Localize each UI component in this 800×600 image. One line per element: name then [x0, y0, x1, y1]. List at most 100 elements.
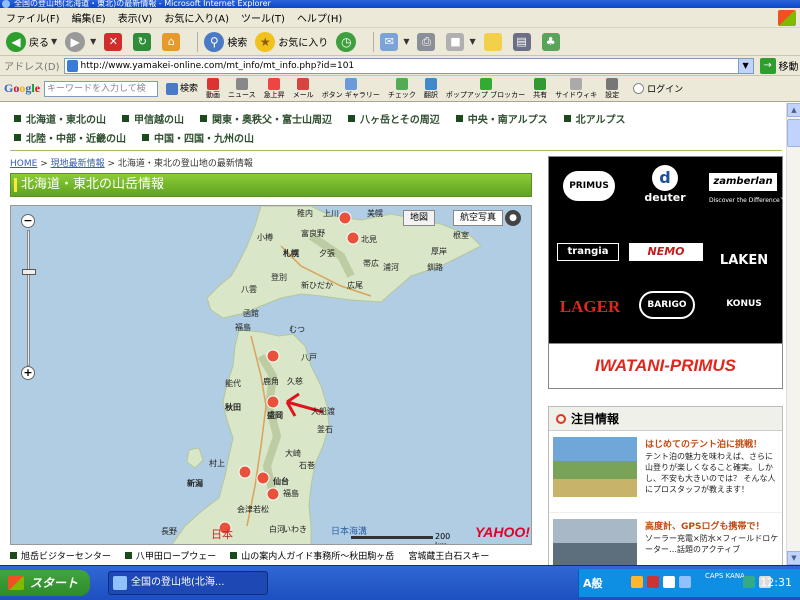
featured-article[interactable]: はじめてのテント泊に挑戦！ テント泊の魅力を味わえば、さらに山登りが楽しくなるこ… — [549, 431, 782, 513]
menu-edit[interactable]: 編集(E) — [72, 10, 106, 25]
zoom-in-button[interactable]: − — [21, 214, 35, 228]
edit-button[interactable]: ■ ▼ — [446, 32, 476, 51]
article-title[interactable]: はじめてのテント泊に挑戦！ — [645, 437, 781, 450]
google-video-button[interactable]: 動画 — [206, 78, 220, 99]
google-item-label: 設定 — [605, 91, 620, 99]
article-title[interactable]: 高度計、GPSログも携帯で！ — [645, 519, 781, 532]
google-share-button[interactable]: 共有 — [533, 78, 547, 99]
link-asahidake[interactable]: 旭岳ビジターセンター — [10, 549, 111, 562]
zoom-slider-track[interactable] — [27, 230, 30, 366]
history-button[interactable]: ◷ — [336, 31, 359, 52]
map-home-button[interactable]: ● — [505, 210, 521, 226]
zoom-control[interactable]: − + — [21, 214, 37, 384]
brand-primus[interactable]: PRIMUS — [563, 171, 615, 201]
scroll-thumb[interactable] — [787, 119, 800, 147]
map-type-aerial-button[interactable]: 航空写真 — [453, 210, 504, 226]
nav-chugoku-kyushu[interactable]: 中国・四国・九州の山 — [142, 130, 254, 145]
article-thumbnail[interactable] — [553, 437, 637, 497]
breadcrumb-section[interactable]: 現地最新情報 — [51, 159, 105, 169]
brand-zamberlan[interactable]: zamberlan Discover the Difference™ — [709, 167, 786, 211]
nav-yatsugatake[interactable]: 八ヶ岳とその周辺 — [348, 111, 440, 126]
clock[interactable]: 12:31 — [760, 576, 792, 589]
brand-konus[interactable]: KONUS — [713, 299, 775, 317]
mail-button[interactable]: ✉ ▼ — [380, 32, 409, 51]
chevron-down-icon[interactable]: ▼ — [737, 58, 753, 73]
link-guide-office[interactable]: 山の案内人ガイド事務所〜秋田駒ヶ岳 — [230, 549, 394, 562]
google-translate-button[interactable]: 翻訳 — [424, 78, 438, 99]
zoom-out-button[interactable]: + — [21, 366, 35, 380]
scroll-up-icon[interactable]: ▲ — [787, 103, 800, 117]
brand-deuter[interactable]: d deuter — [637, 165, 693, 207]
brand-tagline: Discover the Difference™ — [709, 197, 786, 204]
taskbar-window-button[interactable]: 全国の登山地(北海... — [108, 571, 268, 595]
back-button[interactable]: ◀ 戻る ▼ — [6, 31, 57, 52]
google-spellcheck-button[interactable]: チェック — [388, 78, 416, 99]
scroll-down-icon[interactable]: ▼ — [787, 551, 800, 565]
start-button[interactable]: スタート — [0, 570, 90, 596]
print-button[interactable]: ⎙ — [417, 32, 438, 51]
refresh-button[interactable]: ↻ — [133, 32, 154, 51]
iwatani-primus-banner[interactable]: IWATANI-PRIMUS — [548, 343, 783, 389]
windows-logo-icon — [778, 10, 796, 26]
nav-hokkaido-tohoku[interactable]: 北海道・東北の山 — [14, 111, 106, 126]
brand-laken[interactable]: LAKEN — [711, 235, 777, 271]
vertical-scrollbar[interactable]: ▲ ▼ — [786, 103, 800, 565]
google-logo[interactable]: Google — [4, 81, 40, 96]
nav-north-alps[interactable]: 北アルプス — [563, 111, 626, 126]
brand-nemo[interactable]: NEMO — [629, 243, 703, 261]
google-popup-blocker[interactable]: ポップアップ ブロッカー — [446, 78, 525, 99]
window-title-bar[interactable]: 全国の登山地(北海道・東北)の最新情報 - Microsoft Internet… — [0, 0, 800, 8]
map-view[interactable]: 稚内 上川 美幌 小樽 富良野 北見 根室 札幌 夕張 帯広 厚岸 釧路 浦河 登別 新ひだか 八雲 広尾 函館福… — [10, 205, 532, 545]
link-zao-shiroishi[interactable]: 宮城蔵王白石スキー — [408, 549, 489, 562]
ime-pad-icon[interactable] — [631, 576, 643, 588]
brand-barigo[interactable]: BARIGO — [639, 291, 695, 319]
google-sidewiki-button[interactable]: サイドウィキ — [555, 78, 597, 99]
nav-koshinetsu[interactable]: 甲信越の山 — [122, 111, 184, 126]
ime-help-icon[interactable] — [663, 576, 675, 588]
google-button-gallery[interactable]: ボタン ギャラリー — [322, 78, 380, 99]
google-news-button[interactable]: ニュース — [228, 78, 256, 99]
map-type-map-button[interactable]: 地図 — [403, 210, 436, 226]
menu-help[interactable]: ヘルプ(H) — [297, 10, 342, 25]
nav-kanto[interactable]: 関東・奥秩父・富士山周辺 — [200, 111, 332, 126]
forward-button[interactable]: ▶ ▼ — [65, 31, 96, 52]
nav-label: 北陸・中部・近畿の山 — [26, 134, 126, 145]
ime-indicator[interactable]: A般 — [583, 575, 603, 591]
link-hakkoda[interactable]: 八甲田ロープウェー — [124, 549, 216, 562]
favorites-button[interactable]: ★ お気に入り — [255, 31, 328, 52]
article-thumbnail[interactable] — [553, 519, 637, 565]
notes-button[interactable] — [483, 32, 505, 51]
breadcrumb-separator: > — [40, 159, 48, 169]
brand-trangia[interactable]: trangia — [557, 243, 619, 261]
featured-article[interactable]: 高度計、GPSログも携帯で！ ソーラー充電×防水×フィールドロケーター…話題のア… — [549, 513, 782, 565]
google-trends-button[interactable]: 急上昇 — [264, 78, 285, 99]
address-input[interactable]: http://www.yamakei-online.com/mt_info/mt… — [63, 57, 754, 74]
google-search-button[interactable]: 検索 — [166, 82, 198, 95]
google-item-label: チェック — [387, 91, 416, 99]
breadcrumb-home[interactable]: HOME — [10, 159, 37, 169]
tray-network-icon[interactable] — [679, 576, 691, 588]
menu-favorites[interactable]: お気に入り(A) — [164, 10, 229, 25]
google-login-button[interactable]: ログイン — [633, 82, 683, 95]
tray-shield-icon[interactable] — [743, 576, 755, 588]
home-button[interactable]: ⌂ — [162, 32, 183, 51]
messenger-button[interactable]: ♣ — [541, 32, 563, 51]
google-search-input[interactable]: キーワードを入力して検 — [44, 80, 159, 97]
research-button[interactable]: ▤ — [512, 32, 534, 51]
ime-dictionary-icon[interactable] — [647, 576, 659, 588]
google-mail-button[interactable]: メール — [293, 78, 314, 99]
share-icon — [534, 78, 547, 90]
map-place-label: 釜石 — [317, 425, 333, 434]
brand-lager[interactable]: LAGER — [559, 297, 621, 319]
search-button[interactable]: ⚲ 検索 — [204, 31, 247, 52]
go-button[interactable]: → 移動 — [759, 57, 799, 74]
menu-file[interactable]: ファイル(F) — [6, 10, 60, 25]
google-settings-button[interactable]: 設定 — [605, 78, 619, 99]
nav-central-south-alps[interactable]: 中央・南アルプス — [455, 111, 548, 126]
menu-view[interactable]: 表示(V) — [118, 10, 153, 25]
stop-button[interactable]: ✕ — [104, 32, 125, 51]
nav-hokuriku[interactable]: 北陸・中部・近畿の山 — [14, 130, 126, 145]
yahoo-logo[interactable]: YAHOO! — [475, 524, 530, 540]
zoom-slider-knob[interactable] — [22, 269, 36, 275]
menu-tools[interactable]: ツール(T) — [241, 10, 285, 25]
